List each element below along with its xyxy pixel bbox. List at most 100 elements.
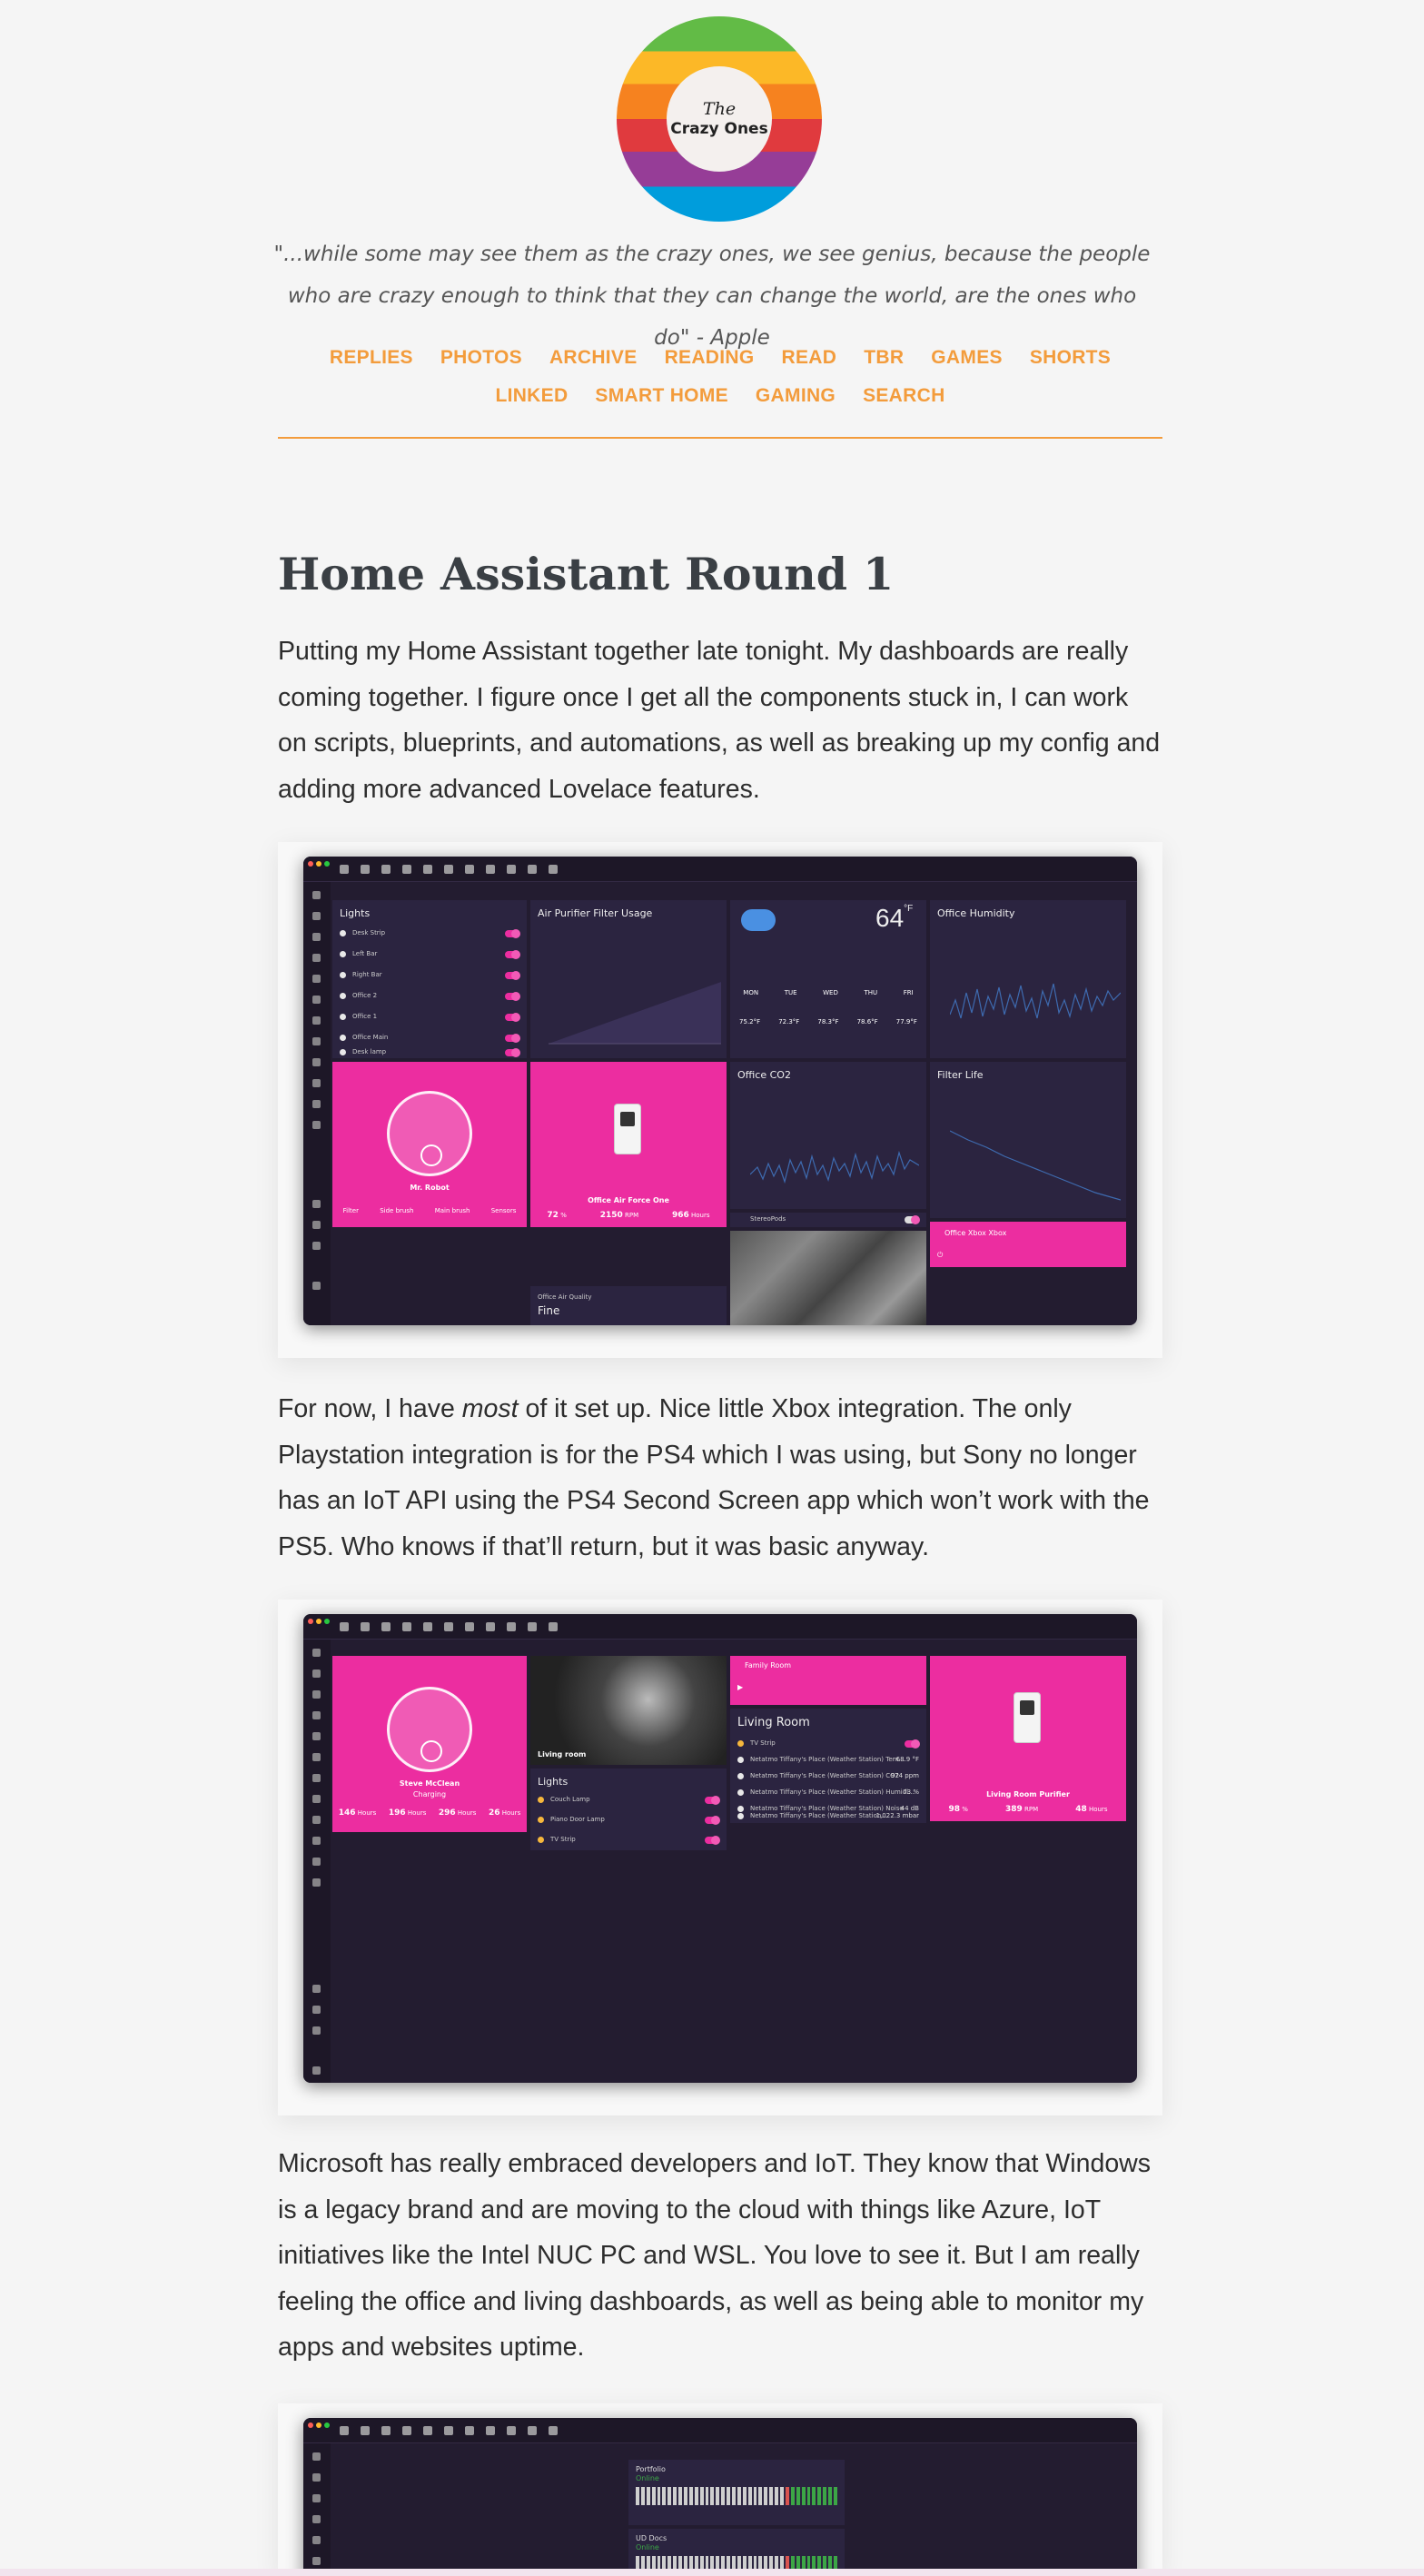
xbox-card[interactable]: Office Xbox Xbox ⏻ xyxy=(930,1222,1126,1267)
sidebar-icon xyxy=(312,1753,321,1761)
tv-strip-toggle[interactable] xyxy=(905,1739,920,1749)
view-icon xyxy=(361,1622,370,1631)
nav-link-smart-home[interactable]: SMART HOME xyxy=(595,385,728,407)
light-toggle[interactable] xyxy=(505,1013,520,1022)
forecast-day: THU xyxy=(864,989,878,996)
ha-sidebar xyxy=(303,2443,331,2576)
purifier-name: Living Room Purifier xyxy=(986,1790,1070,1798)
vacuum-stats: 146 Hours 196 Hours 296 Hours 26 Hours xyxy=(332,1808,527,1818)
nav-link-photos[interactable]: PHOTOS xyxy=(440,347,522,369)
vacuum-stat: 296 Hours xyxy=(439,1808,477,1818)
light-row[interactable]: Office 1 xyxy=(340,1011,520,1024)
light-toggle[interactable] xyxy=(505,992,520,1001)
minimize-dot-icon xyxy=(316,1619,321,1624)
light-row[interactable]: Desk Strip xyxy=(340,927,520,940)
light-row[interactable]: Left Bar xyxy=(340,948,520,961)
air-purifier-icon xyxy=(1014,1692,1041,1743)
power-icon[interactable]: ⏻ xyxy=(937,1251,943,1260)
weather-card[interactable]: 64°F MON TUE WED THU FRI 75.2°F 72.3°F 7… xyxy=(730,900,926,1058)
light-row[interactable]: TV Strip xyxy=(538,1834,720,1847)
forecast-highs: 75.2°F 72.3°F 78.3°F 78.6°F 77.9°F xyxy=(730,1018,926,1025)
bulb-icon xyxy=(340,1014,346,1020)
stereopods-toggle-row[interactable]: StereoPods xyxy=(737,1214,920,1226)
light-toggle[interactable] xyxy=(505,950,520,959)
nav-link-replies[interactable]: REPLIES xyxy=(330,347,413,369)
stat-unit: Hours xyxy=(357,1809,377,1817)
nav-link-games[interactable]: GAMES xyxy=(931,347,1003,369)
living-row-label: Netatmo Tiffany's Place (Weather Station… xyxy=(750,1812,887,1819)
sidebar-icon xyxy=(312,1878,321,1887)
living-row-value: 73 % xyxy=(903,1788,919,1796)
maximize-dot-icon xyxy=(324,1619,330,1624)
sidebar-icon xyxy=(312,1200,321,1208)
light-row[interactable]: Piano Door Lamp xyxy=(538,1814,720,1827)
site-logo[interactable]: The Crazy Ones xyxy=(617,16,822,222)
living-row[interactable]: TV Strip xyxy=(737,1738,920,1750)
view-icon xyxy=(507,865,516,874)
dashboard-screenshot-uptime[interactable]: Portfolio Online UD Docs Online xyxy=(303,2418,1137,2576)
vacuum-card[interactable]: Steve McClean Charging 146 Hours 196 Hou… xyxy=(332,1656,527,1832)
purifier-stat: 98 % xyxy=(949,1805,968,1814)
nav-link-linked[interactable]: LINKED xyxy=(495,385,568,407)
current-temperature: 64°F xyxy=(875,904,913,933)
light-toggle[interactable] xyxy=(705,1816,720,1825)
nav-link-read[interactable]: READ xyxy=(782,347,837,369)
nav-link-shorts[interactable]: SHORTS xyxy=(1030,347,1111,369)
living-row: Netatmo Tiffany's Place (Weather Station… xyxy=(737,1787,919,1799)
uptime-card-portfolio: Portfolio Online xyxy=(628,2460,845,2525)
office-purifier-card[interactable]: Office Air Force One 72 % 2150 RPM 966 H… xyxy=(530,1062,727,1227)
uptime-tick xyxy=(817,2487,822,2505)
nav-link-search[interactable]: SEARCH xyxy=(863,385,944,407)
nav-link-reading[interactable]: READING xyxy=(665,347,755,369)
view-icon xyxy=(381,1622,391,1631)
sidebar-icon xyxy=(312,1816,321,1824)
dashboard-screenshot-living[interactable]: Steve McClean Charging 146 Hours 196 Hou… xyxy=(303,1614,1137,2083)
play-icon[interactable]: ▶ xyxy=(737,1683,743,1691)
camera-feed-image[interactable] xyxy=(730,1231,926,1325)
light-row[interactable]: Office Main xyxy=(340,1032,520,1045)
light-toggle[interactable] xyxy=(505,929,520,938)
stereopods-row[interactable]: StereoPods xyxy=(730,1213,926,1227)
post-title[interactable]: Home Assistant Round 1 xyxy=(278,548,1162,600)
vacuum-card[interactable]: Mr. Robot Filter Side brush Main brush S… xyxy=(332,1062,527,1227)
light-toggle[interactable] xyxy=(505,1034,520,1043)
uptime-tick xyxy=(790,2487,795,2505)
uptime-tick xyxy=(668,2487,672,2505)
light-row[interactable]: Couch Lamp xyxy=(538,1794,720,1807)
uptime-tick xyxy=(806,2487,811,2505)
stereopods-toggle[interactable] xyxy=(905,1215,920,1224)
light-toggle[interactable] xyxy=(505,971,520,980)
nav-link-archive[interactable]: ARCHIVE xyxy=(549,347,638,369)
sidebar-icon xyxy=(312,975,321,983)
dashboard-screenshot-office[interactable]: Lights Desk Strip Left Bar Right Bar Off… xyxy=(303,857,1137,1325)
uptime-tick xyxy=(651,2487,656,2505)
bulb-icon xyxy=(340,1035,346,1041)
stat-value: 48 xyxy=(1075,1805,1087,1814)
nav-link-tbr[interactable]: TBR xyxy=(864,347,904,369)
light-row[interactable]: Right Bar xyxy=(340,969,520,982)
uptime-tick xyxy=(727,2487,731,2505)
light-toggle[interactable] xyxy=(705,1836,720,1845)
co2-chart xyxy=(750,1150,919,1184)
vacuum-stat: Sensors xyxy=(490,1207,517,1214)
uptime-tick xyxy=(688,2487,693,2505)
main-nav: REPLIES PHOTOS ARCHIVE READING READ TBR … xyxy=(278,339,1162,415)
view-icon xyxy=(423,1622,432,1631)
bulb-icon xyxy=(340,972,346,978)
xbox-label: Office Xbox Xbox xyxy=(944,1229,1007,1237)
nav-link-gaming[interactable]: GAMING xyxy=(756,385,836,407)
view-icon xyxy=(444,1622,453,1631)
living-room-purifier-card[interactable]: Living Room Purifier 98 % 389 RPM 48 Hou… xyxy=(930,1656,1126,1821)
light-toggle[interactable] xyxy=(705,1796,720,1805)
uptime-tick xyxy=(636,2487,639,2505)
light-row[interactable]: Office 2 xyxy=(340,990,520,1003)
sidebar-icon xyxy=(312,912,321,920)
stat-unit: Hours xyxy=(407,1809,427,1817)
family-room-card[interactable]: Family Room ▶ xyxy=(730,1656,926,1705)
light-row[interactable]: Desk lamp xyxy=(340,1046,520,1058)
light-toggle[interactable] xyxy=(505,1048,520,1057)
uptime-tick xyxy=(833,2487,837,2505)
light-label: Desk Strip xyxy=(352,929,386,936)
living-room-camera-image[interactable]: Living room xyxy=(530,1656,727,1765)
uptime-tick xyxy=(694,2487,698,2505)
